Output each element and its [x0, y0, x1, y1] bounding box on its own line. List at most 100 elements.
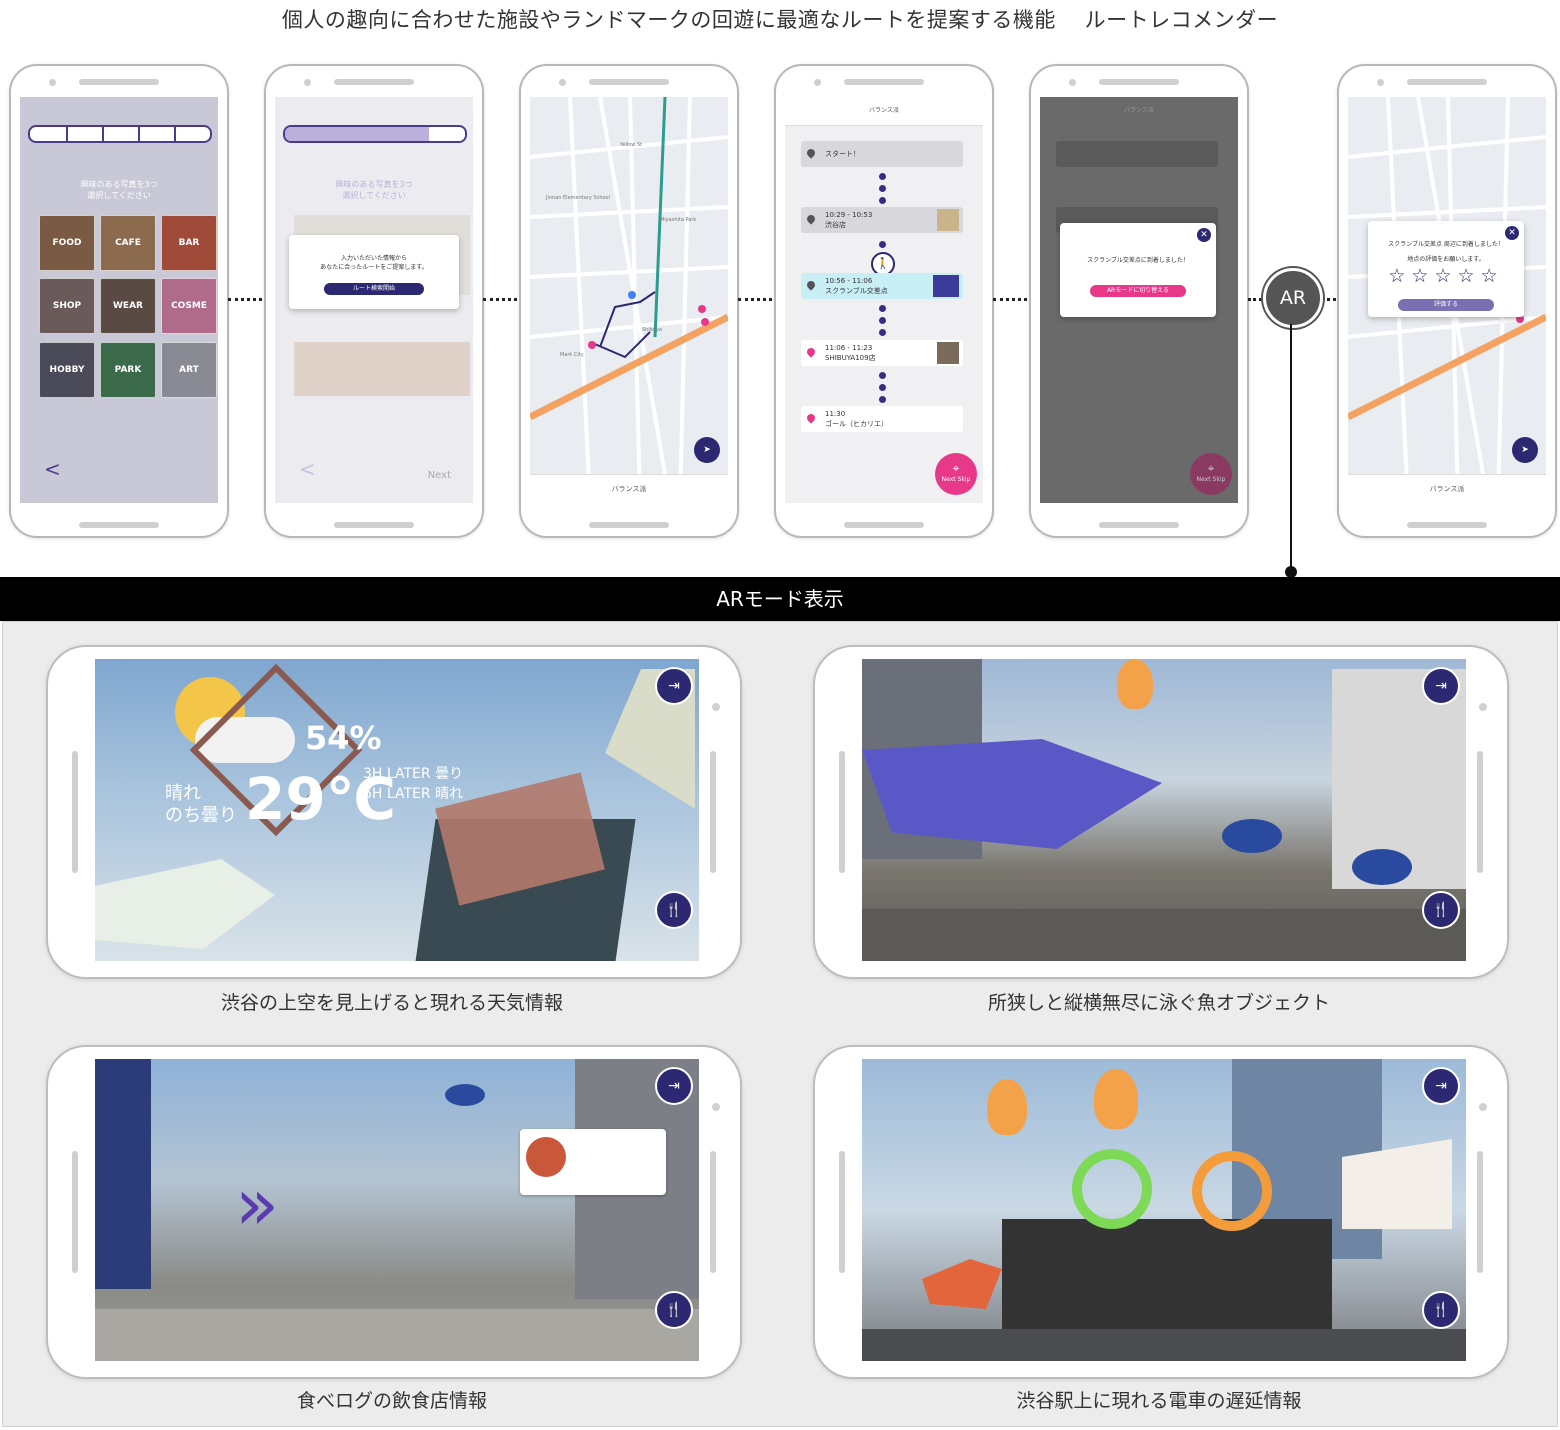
connector — [1248, 298, 1262, 301]
ar-phone-fish: ⇥ 🍴 — [813, 645, 1509, 979]
ar-camera-view[interactable]: ⇥ 🍴 — [862, 1059, 1466, 1361]
home-bar — [589, 522, 669, 528]
restaurant-icon[interactable]: 🍴 — [655, 891, 693, 929]
screen: 興味のある写真を3つ 選択してください FOOD CAFE BAR SHOP W… — [20, 97, 218, 503]
restaurant-icon[interactable]: 🍴 — [1422, 891, 1460, 929]
ar-caption: 所狭しと縦横無尽に泳ぐ魚オブジェクト — [987, 992, 1330, 1014]
pin-icon — [805, 412, 817, 424]
home-bar — [334, 522, 414, 528]
submit-rating-button[interactable]: 評価する — [1398, 299, 1494, 311]
map-screen[interactable]: Yellow St Shibuya Miyashita Park Mark Ci… — [530, 97, 728, 503]
exit-ar-icon[interactable]: ⇥ — [1422, 1067, 1460, 1105]
ar-camera-view[interactable]: ⇥ 🍴 — [862, 659, 1466, 961]
screen: 興味のある写真を3つ 選択してください 入力いただいた情報から あなたに合ったル… — [275, 97, 473, 503]
speaker — [334, 79, 414, 85]
modal-text: スクランブル交差点に到着しました！ — [1087, 257, 1189, 264]
pin-icon — [805, 279, 817, 291]
category-shop[interactable]: SHOP — [39, 278, 95, 334]
star-icon[interactable]: ☆ — [1458, 265, 1481, 287]
star-icon[interactable]: ☆ — [1434, 265, 1457, 287]
screen: バランス派 スタート！ 10:29 - 10:53 渋谷店 🚶 10:56 - … — [785, 97, 983, 503]
stop-shop[interactable]: 10:29 - 10:53 渋谷店 — [801, 207, 963, 233]
rating-modal: ✕ スクランブル交差点 周辺に到着しました！ 地点の評価をお願いします。 ☆☆☆… — [1368, 221, 1524, 317]
category-food[interactable]: FOOD — [39, 215, 95, 271]
connector — [993, 298, 1027, 301]
camera — [1377, 79, 1384, 86]
back-button[interactable]: < — [299, 457, 316, 481]
home-bar — [1407, 522, 1487, 528]
navigate-icon[interactable]: ➤ — [694, 437, 720, 463]
connector — [483, 298, 517, 301]
phone-route-search: 興味のある写真を3つ 選択してください 入力いただいた情報から あなたに合ったル… — [264, 64, 484, 538]
star-icon[interactable]: ☆ — [1411, 265, 1434, 287]
stop-scramble[interactable]: 10:56 - 11:06 スクランブル交差点 — [801, 273, 963, 299]
ar-mode-button[interactable]: ARモードに切り替える — [1090, 285, 1186, 297]
home-bar — [844, 522, 924, 528]
stop-goal[interactable]: 11:30 ゴール（ヒカリエ） — [801, 406, 963, 432]
restaurant-info-card[interactable] — [520, 1129, 666, 1195]
star-icon[interactable]: ☆ — [1388, 265, 1411, 287]
home-bar — [79, 522, 159, 528]
next-button[interactable]: Next — [428, 470, 451, 481]
category-art[interactable]: ART — [161, 342, 217, 398]
exit-ar-icon[interactable]: ⇥ — [655, 1067, 693, 1105]
fish-object — [862, 739, 1162, 849]
star-rating[interactable]: ☆☆☆☆☆ — [1380, 265, 1512, 287]
category-cosme[interactable]: COSME — [161, 278, 217, 334]
next-skip-button[interactable]: ⌖ Next Skip — [1190, 453, 1232, 495]
prompt-line1: 興味のある写真を3つ — [80, 180, 158, 189]
screen: バランス派 ✕ スクランブル交差点に到着しました！ ARモードに切り替える ⌖ … — [1040, 97, 1238, 503]
modal-line2: あなたに合ったルートをご提案します。 — [320, 264, 428, 271]
camera — [1069, 79, 1076, 86]
street — [862, 909, 1466, 961]
modal-line2: 地点の評価をお願いします。 — [1407, 256, 1485, 263]
connector — [228, 298, 262, 301]
exit-ar-icon[interactable]: ⇥ — [655, 667, 693, 705]
ar-section-title: ARモード表示 — [0, 577, 1560, 621]
category-cafe[interactable]: CAFE — [100, 215, 156, 271]
prompt-line2: 選択してください — [87, 191, 151, 200]
category-bar[interactable]: BAR — [161, 215, 217, 271]
next-skip-label: Next Skip — [1196, 476, 1226, 483]
exit-ar-icon[interactable]: ⇥ — [1422, 667, 1460, 705]
pin-icon: ⌖ — [1207, 461, 1215, 475]
fish-object — [445, 1084, 485, 1106]
fish-object — [1352, 849, 1412, 885]
star-icon[interactable]: ☆ — [1481, 265, 1504, 287]
page-title: 個人の趣向に合わせた施設やランドマークの回遊に最適なルートを提案する機能 ルート… — [281, 8, 1279, 32]
ar-phone-train: ⇥ 🍴 — [813, 1045, 1509, 1379]
stop-start[interactable]: スタート！ — [801, 141, 963, 167]
restaurant-icon[interactable]: 🍴 — [655, 1291, 693, 1329]
next-skip-button[interactable]: ⌖ Next Skip — [935, 453, 977, 495]
restaurant-icon[interactable]: 🍴 — [1422, 1291, 1460, 1329]
category-wear[interactable]: WEAR — [100, 278, 156, 334]
close-icon[interactable]: ✕ — [1505, 226, 1519, 240]
ar-camera-view[interactable]: 54% 晴れ のち曇り 29℃ 3H LATER 曇り 6H LATER 晴れ … — [95, 659, 699, 961]
speaker — [844, 79, 924, 85]
category-park[interactable]: PARK — [100, 342, 156, 398]
map-label: Mark City — [560, 352, 584, 358]
camera — [559, 79, 566, 86]
stop-time: 11:30 — [825, 410, 846, 418]
progress-bar — [283, 125, 467, 143]
fish-object — [1222, 819, 1282, 853]
route-search-button[interactable]: ルート検索開始 — [324, 283, 424, 295]
navigate-icon[interactable]: ➤ — [1512, 437, 1538, 463]
speaker — [1407, 79, 1487, 85]
photo-grid-faded-bottom — [294, 342, 470, 396]
ar-camera-view[interactable]: » ⇥ 🍴 — [95, 1059, 699, 1361]
prompt-line1: 興味のある写真を3つ — [335, 180, 413, 189]
direction-arrow-icon: » — [235, 1162, 280, 1246]
category-hobby[interactable]: HOBBY — [39, 342, 95, 398]
camera — [304, 79, 311, 86]
close-icon[interactable]: ✕ — [1197, 228, 1211, 242]
back-button[interactable]: < — [44, 457, 61, 481]
arrival-modal: ✕ スクランブル交差点に到着しました！ ARモードに切り替える — [1060, 223, 1216, 317]
map-screen[interactable]: ✕ スクランブル交差点 周辺に到着しました！ 地点の評価をお願いします。 ☆☆☆… — [1348, 97, 1546, 503]
pin-icon: ⌖ — [952, 461, 960, 475]
phone-rating: ✕ スクランブル交差点 周辺に到着しました！ 地点の評価をお願いします。 ☆☆☆… — [1337, 64, 1557, 538]
train-line-ring — [1072, 1149, 1152, 1229]
fish-object — [922, 1259, 1002, 1309]
stop-109[interactable]: 11:06 - 11:23 SHIBUYA109店 — [801, 340, 963, 366]
stop-thumbnail — [937, 342, 959, 364]
